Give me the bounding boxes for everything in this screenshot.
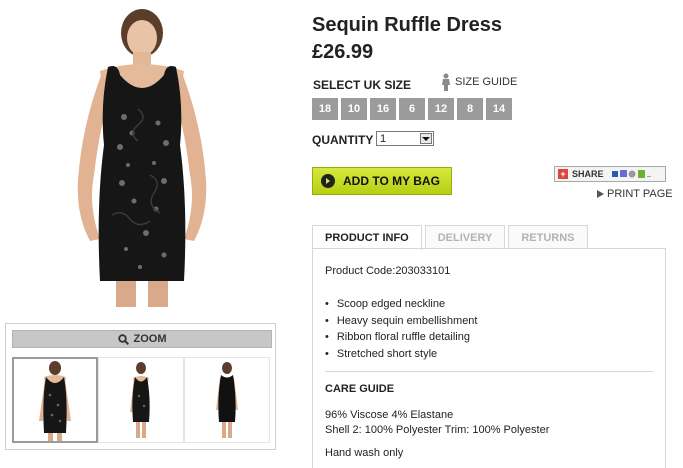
print-page-link[interactable]: PRINT PAGE (597, 188, 673, 200)
list-item: Scoop edged neckline (325, 296, 478, 313)
quantity-value: 1 (380, 132, 387, 145)
size-options: 18 10 16 6 12 8 14 (312, 98, 512, 120)
product-title: Sequin Ruffle Dress (312, 14, 503, 36)
quantity-select[interactable]: 1 (376, 131, 434, 146)
svg-text:..: .. (647, 172, 651, 179)
triangle-right-icon (597, 190, 604, 198)
add-to-bag-label: ADD TO MY BAG (343, 174, 440, 188)
size-option-10[interactable]: 10 (341, 98, 367, 120)
tab-delivery[interactable]: DELIVERY (424, 225, 506, 249)
chevron-down-icon[interactable] (420, 133, 432, 144)
size-option-8[interactable]: 8 (457, 98, 483, 120)
share-label: SHARE (572, 169, 604, 179)
size-select-label: SELECT UK SIZE (313, 78, 412, 92)
add-to-bag-button[interactable]: ADD TO MY BAG (312, 167, 452, 195)
care-line: 96% Viscose 4% Elastane (325, 409, 454, 421)
product-price: £26.99 (312, 41, 374, 63)
size-option-12[interactable]: 12 (428, 98, 454, 120)
zoom-label: ZOOM (133, 333, 167, 345)
thumbnail-back[interactable] (184, 357, 270, 443)
person-figure-icon (442, 73, 450, 91)
dress-back-thumbnail-image (216, 362, 238, 438)
care-line: Shell 2: 100% Polyester Trim: 100% Polye… (325, 424, 550, 436)
care-guide-title: CARE GUIDE (325, 383, 395, 395)
size-option-16[interactable]: 16 (370, 98, 396, 120)
magnifier-icon (117, 333, 129, 345)
arrow-right-icon (321, 174, 335, 188)
divider (325, 371, 653, 372)
share-button[interactable]: + SHARE .. (554, 166, 666, 182)
care-line: Hand wash only (325, 447, 404, 459)
thumbnail-front[interactable] (12, 357, 98, 443)
product-tabs: PRODUCT INFO DELIVERY RETURNS (312, 225, 591, 250)
list-item: Stretched short style (325, 346, 478, 363)
dress-front-thumbnail-image (39, 361, 71, 441)
tab-returns[interactable]: RETURNS (508, 225, 588, 249)
size-option-6[interactable]: 6 (399, 98, 425, 120)
main-product-photo[interactable] (8, 5, 276, 307)
thumbnail-strip (12, 357, 270, 443)
product-info-panel: Product Code:203033101 Scoop edged neckl… (312, 248, 666, 468)
print-page-label: PRINT PAGE (607, 188, 673, 200)
list-item: Ribbon floral ruffle detailing (325, 329, 478, 346)
size-guide-link[interactable]: SIZE GUIDE (440, 73, 517, 91)
zoom-button[interactable]: ZOOM (12, 330, 272, 348)
feature-list: Scoop edged neckline Heavy sequin embell… (325, 296, 478, 362)
size-option-18[interactable]: 18 (312, 98, 338, 120)
plus-icon: + (558, 169, 568, 179)
size-option-14[interactable]: 14 (486, 98, 512, 120)
tab-product-info[interactable]: PRODUCT INFO (312, 225, 422, 250)
size-guide-label: SIZE GUIDE (455, 76, 518, 88)
product-code: Product Code:203033101 (325, 265, 451, 277)
image-gallery: ZOOM (5, 323, 276, 450)
thumbnail-side[interactable] (98, 357, 184, 443)
social-icons: .. (611, 170, 651, 179)
quantity-label: QUANTITY (312, 133, 374, 147)
list-item: Heavy sequin embellishment (325, 313, 478, 330)
model-in-dress-image (77, 9, 207, 307)
dress-side-thumbnail-image (130, 362, 150, 438)
